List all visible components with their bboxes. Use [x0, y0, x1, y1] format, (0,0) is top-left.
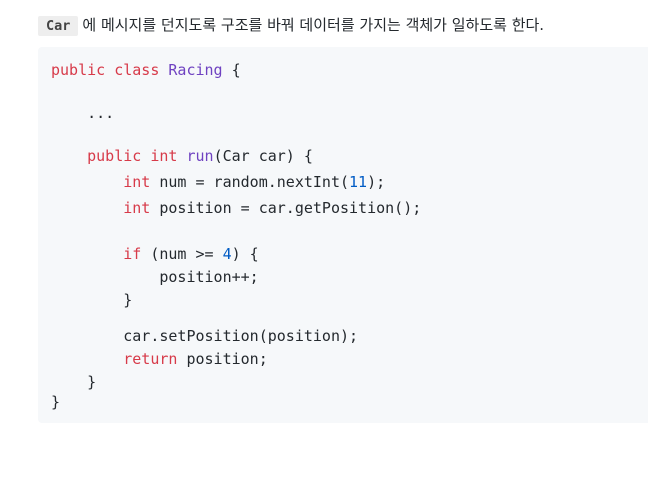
code-token: 4 — [222, 245, 232, 263]
code-token: (Car car) { — [213, 147, 313, 165]
intro-text: 에 메시지를 던지도록 구조를 바꿔 데이터를 가지는 객체가 일하도록 한다. — [82, 16, 545, 34]
code-line: } — [51, 371, 96, 393]
code-token: position; — [177, 350, 268, 368]
code-token: 11 — [349, 173, 368, 191]
code-line: int position = car.getPosition(); — [51, 197, 421, 219]
code-block: public class Racing { ... public int run… — [38, 47, 648, 423]
code-line: ... — [51, 102, 114, 124]
code-token: return — [123, 350, 178, 368]
inline-code-car: Car — [38, 16, 79, 36]
code-token: ); — [367, 173, 386, 191]
code-token: run — [186, 147, 214, 165]
code-token: Racing — [168, 61, 223, 79]
code-token: } — [51, 373, 97, 391]
code-line: car.setPosition(position); — [51, 325, 358, 347]
code-token: if — [123, 245, 142, 263]
code-line: public class Racing { — [51, 59, 241, 81]
code-token: position++; — [51, 268, 259, 286]
intro-paragraph: Car 에 메시지를 던지도록 구조를 바꿔 데이터를 가지는 객체가 일하도록 … — [38, 13, 544, 38]
code-line: int num = random.nextInt(11); — [51, 171, 385, 193]
code-token: int — [150, 147, 178, 165]
code-line: if (num >= 4) { — [51, 243, 259, 265]
code-token: public — [51, 61, 106, 79]
code-token: { — [222, 61, 241, 79]
code-token: int — [123, 173, 151, 191]
code-line: return position; — [51, 348, 268, 370]
code-token: (num >= — [141, 245, 223, 263]
code-token: position = car.getPosition(); — [150, 199, 422, 217]
code-token: public — [87, 147, 142, 165]
code-line: public int run(Car car) { — [51, 145, 313, 167]
code-line: } — [51, 391, 60, 413]
code-token: num = random.nextInt( — [150, 173, 350, 191]
code-token: ... — [51, 104, 115, 122]
code-token: } — [51, 393, 61, 411]
code-token: car.setPosition(position); — [51, 327, 359, 345]
code-line: } — [51, 289, 132, 311]
code-token: int — [123, 199, 151, 217]
code-token: class — [114, 61, 160, 79]
code-line: position++; — [51, 266, 259, 288]
code-token: } — [51, 291, 133, 309]
code-token: ) { — [231, 245, 259, 263]
